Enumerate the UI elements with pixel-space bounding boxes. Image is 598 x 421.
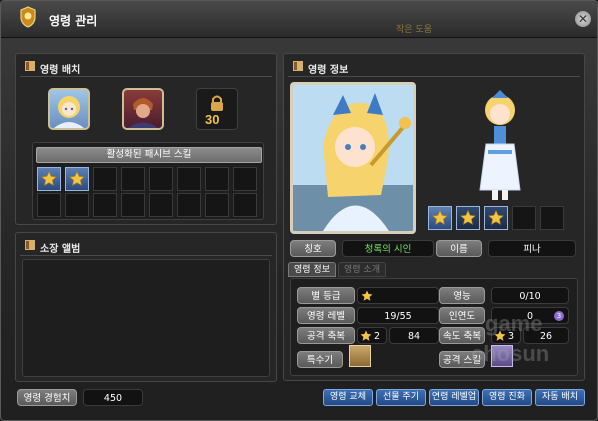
attack-blessing-label: 공격 축복	[297, 327, 355, 344]
book-icon	[293, 61, 303, 71]
ability-label: 영능	[439, 287, 485, 304]
placement-title: 영령 배치	[40, 65, 81, 76]
book-icon	[25, 240, 35, 250]
lock-icon	[211, 95, 223, 111]
spirit-skill-slot-empty[interactable]	[512, 206, 536, 230]
spirit-chibi-model	[479, 90, 521, 200]
passive-skill-slot-empty[interactable]	[37, 193, 61, 217]
passive-skill-slot-empty[interactable]	[205, 193, 229, 217]
name-label: 이름	[436, 240, 482, 257]
spirit-skill-slot-empty[interactable]	[540, 206, 564, 230]
passive-skill-slot-empty[interactable]	[121, 193, 145, 217]
title-bar[interactable]: 영령 관리 작은 도움 ✕	[1, 1, 597, 38]
bond-label: 인연도	[439, 307, 485, 324]
tab-spirit-intro[interactable]: 영령 소개	[338, 262, 386, 277]
album-title: 소장 앨범	[40, 244, 81, 255]
attack-blessing-value: 84	[389, 327, 439, 344]
album-content[interactable]	[22, 259, 270, 377]
spirit-card[interactable]	[290, 82, 416, 234]
grade-star-icon	[361, 290, 373, 301]
passive-skill-label-bar: 활성화된 패시브 스킬	[36, 147, 262, 163]
close-button[interactable]: ✕	[575, 11, 591, 27]
bond-badge-icon[interactable]: 3	[554, 311, 564, 321]
passive-skill-slot-empty[interactable]	[121, 167, 145, 191]
grade-label: 별 등급	[297, 287, 355, 304]
tab-spirit-info[interactable]: 영령 정보	[288, 262, 336, 277]
lock-level: 30	[205, 112, 220, 127]
level-value: 19/55	[357, 307, 439, 324]
info-header: 영령 정보	[288, 58, 580, 77]
title-label: 칭호	[290, 240, 336, 257]
attack-blessing-stars: 2	[357, 327, 387, 344]
placement-panel: 영령 배치 30 활성화된 패시브 스킬	[15, 53, 277, 225]
close-icon: ✕	[577, 12, 589, 26]
passive-skill-slot-star[interactable]	[65, 167, 89, 191]
special-skill-icon[interactable]	[349, 345, 371, 367]
spirit-skill-slot-star[interactable]	[428, 206, 452, 230]
grade-value	[357, 287, 439, 304]
title-watermark: 작은 도움	[396, 25, 432, 35]
window-title: 영령 관리	[49, 14, 98, 28]
evolve-button[interactable]: 영령 진화	[482, 389, 532, 406]
passive-skill-slot-empty[interactable]	[205, 167, 229, 191]
replace-spirit-button[interactable]: 영령 교체	[323, 389, 373, 406]
album-header: 소장 앨범	[20, 237, 272, 256]
passive-skill-slot-star[interactable]	[37, 167, 61, 191]
level-up-button[interactable]: 연령 레벨업	[429, 389, 479, 406]
passive-skill-slot-empty[interactable]	[65, 193, 89, 217]
spirit-portrait-warrior[interactable]	[122, 88, 164, 130]
auto-place-button[interactable]: 자동 배치	[535, 389, 585, 406]
ability-value: 0/10	[491, 287, 569, 304]
spirit-skill-slot-star[interactable]	[484, 206, 508, 230]
spirit-exp-label: 영령 경험치	[17, 389, 77, 406]
give-gift-button[interactable]: 선물 주기	[376, 389, 426, 406]
passive-skill-slot-empty[interactable]	[149, 167, 173, 191]
passive-skill-slot-empty[interactable]	[233, 167, 257, 191]
passive-skill-slot-empty[interactable]	[233, 193, 257, 217]
watermark-chosun: chosun	[471, 341, 550, 366]
spirit-skill-slot-star[interactable]	[456, 206, 480, 230]
passive-skill-slot-empty[interactable]	[177, 193, 201, 217]
info-title: 영령 정보	[308, 65, 349, 76]
spirit-exp-value: 450	[83, 389, 143, 406]
passive-skill-slot-empty[interactable]	[93, 193, 117, 217]
warrior-face-icon	[128, 98, 158, 128]
passive-skill-slot-empty[interactable]	[177, 167, 201, 191]
passive-skill-slot-empty[interactable]	[93, 167, 117, 191]
passive-skill-box: 활성화된 패시브 스킬	[32, 142, 264, 220]
shield-emblem-icon	[20, 6, 36, 28]
star-icon	[360, 330, 372, 341]
fina-face-icon	[54, 96, 84, 128]
title-value: 청록의 시인	[342, 240, 434, 257]
name-value: 피나	[488, 240, 576, 257]
level-label: 영령 레벨	[297, 307, 355, 324]
passive-skill-label: 활성화된 패시브 스킬	[106, 149, 192, 160]
book-icon	[25, 61, 35, 71]
placement-header: 영령 배치	[20, 58, 272, 77]
watermark-game: game	[485, 311, 543, 336]
special-skill-label: 특수기	[297, 351, 343, 368]
spirit-management-window: 영령 관리 작은 도움 ✕ 영령 배치 30 활성화된 패시브 스킬 소장 앨범…	[0, 0, 598, 421]
album-panel: 소장 앨범	[15, 232, 277, 382]
locked-slot[interactable]: 30	[196, 88, 238, 130]
spirit-portrait-fina[interactable]	[48, 88, 90, 130]
passive-skill-slot-empty[interactable]	[149, 193, 173, 217]
spirit-card-illustration	[293, 85, 413, 231]
